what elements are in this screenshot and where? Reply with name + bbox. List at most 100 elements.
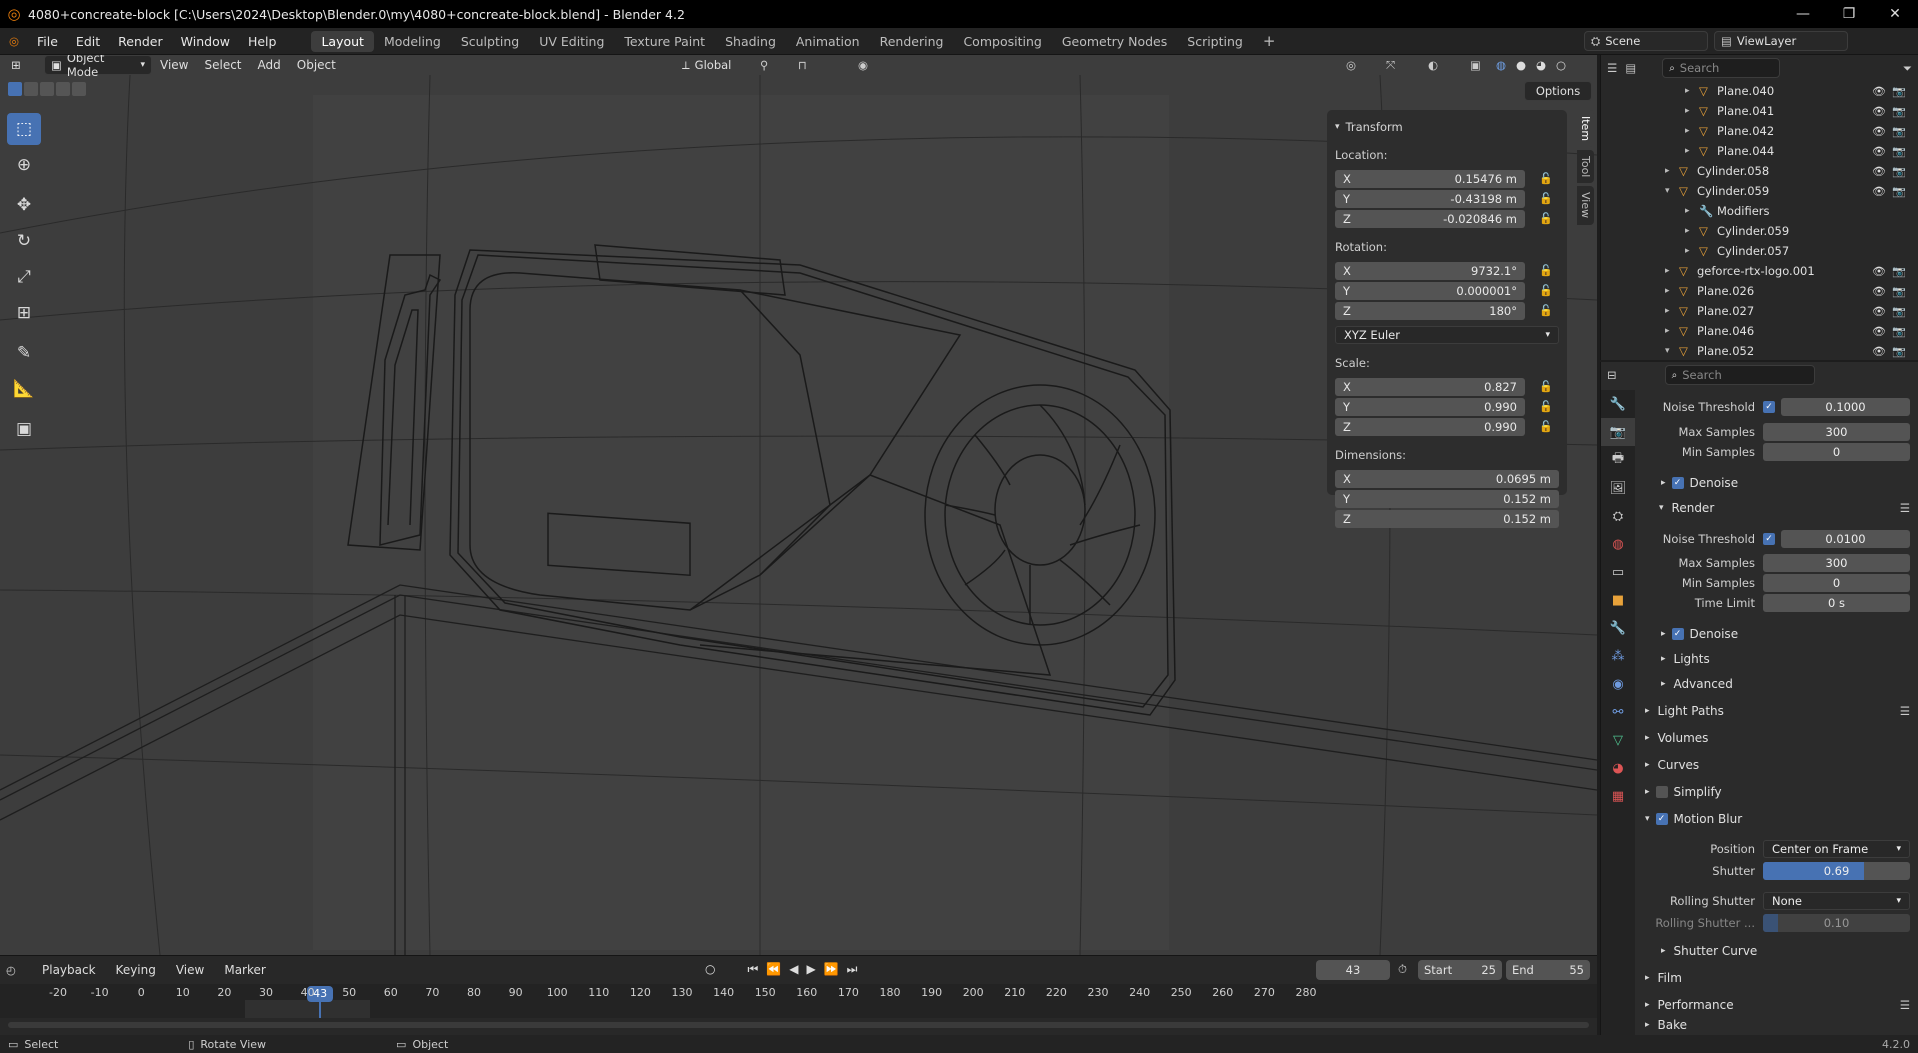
eye-icon[interactable]: 👁 [1872, 125, 1886, 138]
tab-view[interactable]: View [1577, 186, 1594, 225]
display-mode-icon[interactable]: ▤ [1625, 61, 1636, 75]
select-invert-icon[interactable] [56, 82, 70, 96]
menu-edit[interactable]: Edit [67, 34, 109, 49]
scale-y-field[interactable]: Y 0.990 [1335, 398, 1525, 416]
eye-icon[interactable]: 👁 [1872, 345, 1886, 358]
viewport-menu-add[interactable]: Add [250, 58, 289, 72]
timeline-menu-marker[interactable]: Marker [216, 963, 273, 977]
editor-type-icon[interactable]: ⊞ [0, 58, 32, 72]
material-shading-icon[interactable]: ◕ [1536, 58, 1546, 72]
bake-panel[interactable]: ▸ Bake [1645, 1018, 1910, 1032]
film-panel[interactable]: ▸ Film [1645, 967, 1910, 989]
curves-panel[interactable]: ▸ Curves [1645, 754, 1910, 776]
tab-uv-editing[interactable]: UV Editing [529, 31, 614, 52]
render-icon[interactable]: 📷 [1601, 418, 1635, 446]
wireframe-shading-icon[interactable]: ◍ [1496, 58, 1506, 72]
outliner-item[interactable]: ▸ 🔧 Modifiers [1601, 201, 1918, 221]
collapse-icon[interactable]: ▾ [1335, 122, 1340, 132]
rotation-x-field[interactable]: X 9732.1° [1335, 262, 1525, 280]
properties-editor-icon[interactable]: ⊟ [1607, 368, 1617, 382]
gizmo-icon[interactable]: ⤧ [1386, 58, 1395, 73]
dimensions-x-field[interactable]: X 0.0695 m [1335, 470, 1559, 488]
minimize-button[interactable]: — [1780, 0, 1826, 28]
filter-icon[interactable]: ⏷ [1903, 61, 1912, 76]
viewport-menu-select[interactable]: Select [196, 58, 249, 72]
rotation-y-field[interactable]: Y 0.000001° [1335, 282, 1525, 300]
motion-blur-checkbox[interactable]: ✓ [1655, 813, 1668, 825]
rolling-shutter-duration-slider[interactable]: 0.10 [1763, 914, 1910, 932]
list-icon[interactable]: ☰ [1900, 501, 1910, 515]
camera-icon[interactable]: 📷 [1892, 325, 1906, 338]
lock-icon[interactable]: 🔓 [1539, 192, 1553, 205]
orientation-selector[interactable]: ⟂ Global [676, 55, 750, 75]
lock-icon[interactable]: 🔓 [1539, 400, 1553, 413]
render-denoise-row[interactable]: ▸ ✓ Denoise [1661, 623, 1910, 645]
render-noise-threshold-field[interactable]: 0.0100 [1781, 530, 1910, 548]
camera-icon[interactable]: 📷 [1892, 285, 1906, 298]
select-box-tool[interactable]: ⬚ [7, 113, 41, 145]
object-icon[interactable]: ■ [1601, 586, 1635, 614]
tab-layout[interactable]: Layout [311, 30, 374, 52]
camera-icon[interactable]: 📷 [1892, 345, 1906, 358]
pivot-icon[interactable]: ⚲ [760, 58, 768, 72]
eye-icon[interactable]: 👁 [1872, 285, 1886, 298]
tab-animation[interactable]: Animation [786, 31, 870, 52]
tab-modeling[interactable]: Modeling [374, 31, 451, 52]
render-noise-threshold-checkbox[interactable]: ✓ [1763, 533, 1775, 545]
location-z-field[interactable]: Z -0.020846 m [1335, 210, 1525, 228]
timeline-menu-view[interactable]: View [168, 963, 212, 977]
timeline-editor-icon[interactable]: ◴ [6, 963, 30, 977]
xray-icon[interactable]: ▣ [1470, 58, 1481, 72]
timeline-menu-keying[interactable]: Keying [108, 963, 164, 977]
render-min-samples-field[interactable]: 0 [1763, 574, 1910, 592]
outliner-search-input[interactable]: ⌕ Search [1662, 58, 1781, 78]
rotate-tool[interactable]: ↻ [7, 225, 41, 257]
chevron-right-icon[interactable]: ▸ [1665, 306, 1679, 316]
scale-tool[interactable]: ⤢ [7, 261, 41, 293]
camera-icon[interactable]: 📷 [1892, 105, 1906, 118]
restore-button[interactable]: ❐ [1826, 0, 1872, 28]
physics-icon[interactable]: ◉ [1601, 670, 1635, 698]
properties-search-input[interactable]: ⌕ Search [1664, 365, 1815, 385]
menu-file[interactable]: File [28, 34, 67, 49]
3d-viewport[interactable]: ⊞ ▣ Object Mode ▾ View Select Add Object… [0, 55, 1597, 955]
rolling-shutter-select[interactable]: None ▾ [1763, 892, 1910, 910]
view-layer-icon[interactable]: 🖼 [1601, 474, 1635, 502]
select-intersect-icon[interactable] [72, 82, 86, 96]
lock-icon[interactable]: 🔓 [1539, 212, 1553, 225]
output-icon[interactable]: 🖶 [1601, 446, 1635, 474]
solid-shading-icon[interactable]: ● [1516, 58, 1526, 72]
outliner-item[interactable]: ▸ ▽ Plane.041 👁 📷 [1601, 101, 1918, 121]
select-extend-icon[interactable] [24, 82, 38, 96]
timeline-menu-playback[interactable]: Playback [34, 963, 104, 977]
outliner-item[interactable]: ▾ ▽ Plane.052 👁 📷 [1601, 341, 1918, 360]
chevron-right-icon[interactable]: ▸ [1685, 126, 1699, 136]
proportional-edit-icon[interactable]: ◉ [858, 58, 868, 72]
current-frame-field[interactable]: 43 [1316, 960, 1390, 980]
cursor-tool[interactable]: ⊕ [7, 149, 41, 181]
add-workspace-button[interactable]: + [1253, 31, 1286, 52]
tab-shading[interactable]: Shading [715, 31, 786, 52]
visibility-icon[interactable]: ◎ [1346, 58, 1356, 72]
outliner-item[interactable]: ▾ ▽ Cylinder.059 👁 📷 [1601, 181, 1918, 201]
chevron-right-icon[interactable]: ▸ [1685, 206, 1699, 216]
viewport-noise-threshold-field[interactable]: 0.1000 [1781, 398, 1910, 416]
chevron-right-icon[interactable]: ▸ [1665, 166, 1679, 176]
jump-end-icon[interactable]: ⏭ [847, 962, 858, 977]
noise-threshold-checkbox[interactable]: ✓ [1763, 401, 1775, 413]
outliner-item[interactable]: ▸ ▽ Cylinder.059 [1601, 221, 1918, 241]
chevron-right-icon[interactable]: ▸ [1685, 226, 1699, 236]
outliner-item[interactable]: ▸ ▽ Plane.040 👁 📷 [1601, 81, 1918, 101]
tab-scripting[interactable]: Scripting [1177, 31, 1253, 52]
outliner-item[interactable]: ▸ ▽ Plane.046 👁 📷 [1601, 321, 1918, 341]
world-icon[interactable]: ◍ [1601, 530, 1635, 558]
viewport-menu-view[interactable]: View [152, 58, 196, 72]
frame-ruler[interactable]: 43 -20 -10 0 10 20 30 40 50 60 70 80 90 100 110 120 130… [0, 984, 1597, 1018]
options-button[interactable]: Options [1524, 81, 1592, 101]
particles-icon[interactable]: ⁂ [1601, 642, 1635, 670]
chevron-right-icon[interactable]: ▸ [1685, 86, 1699, 96]
lock-icon[interactable]: 🔓 [1539, 264, 1553, 277]
data-icon[interactable]: ▽ [1601, 726, 1635, 754]
tab-sculpting[interactable]: Sculpting [451, 31, 529, 52]
next-keyframe-icon[interactable]: ⏩ [824, 962, 839, 977]
